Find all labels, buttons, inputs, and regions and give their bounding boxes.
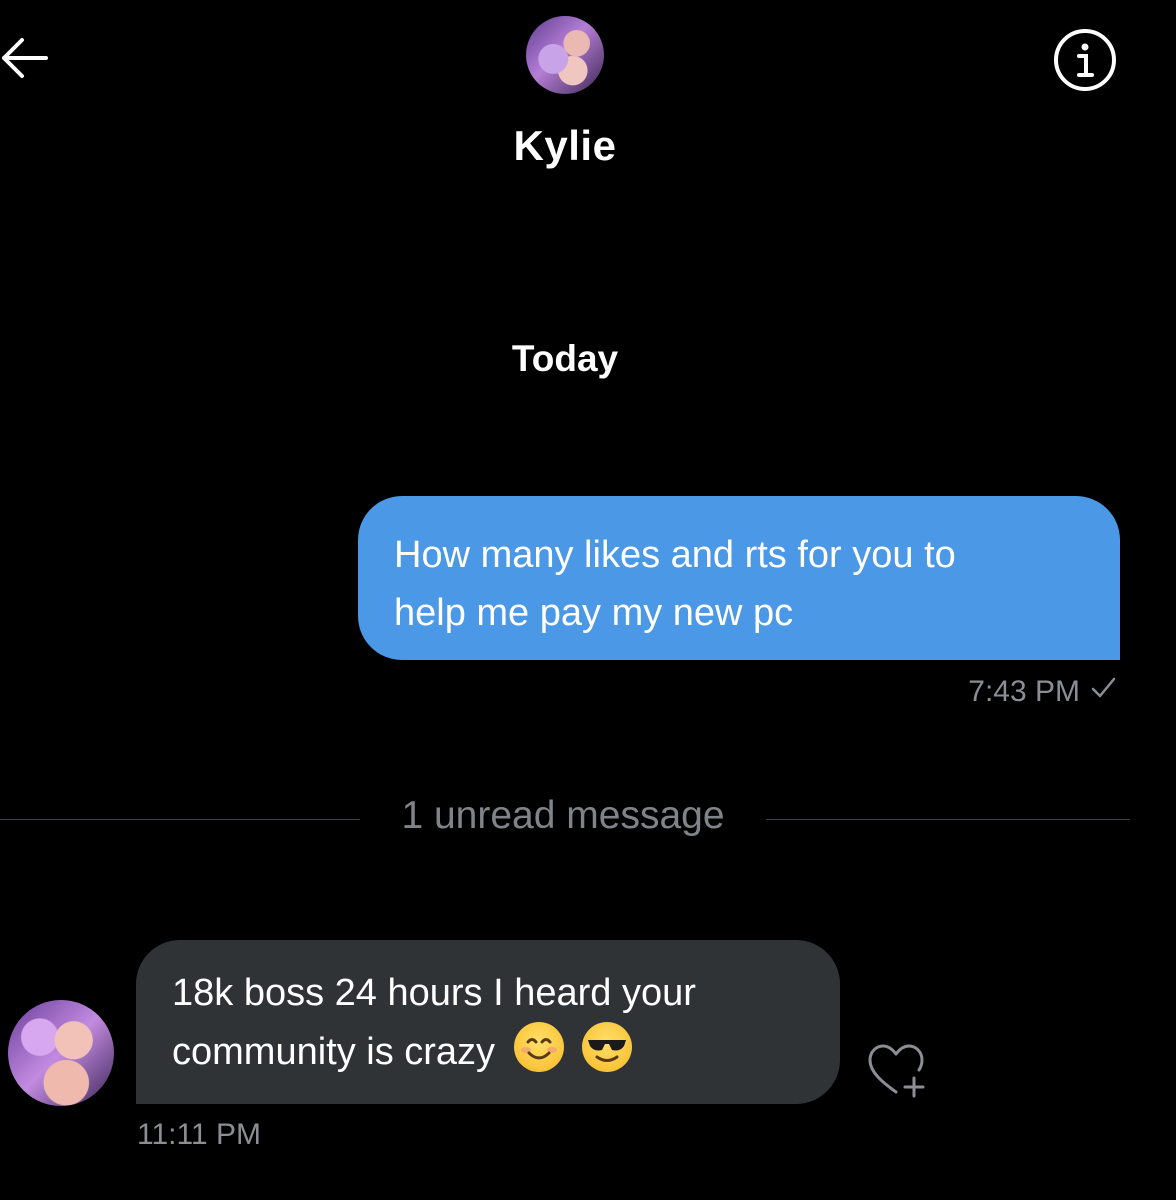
arrow-left-icon (2, 38, 48, 78)
info-button[interactable] (1052, 27, 1118, 93)
message-list[interactable]: Today How many likes and rts for you to … (0, 198, 1176, 1200)
heart-plus-icon (868, 1044, 925, 1098)
sent-message-line-2: help me pay my new pc (394, 592, 794, 634)
info-icon (1054, 29, 1116, 91)
back-button[interactable] (0, 30, 56, 86)
contact-name[interactable]: Kylie (0, 122, 1130, 170)
conversation-header: Kylie (0, 0, 1176, 198)
add-reaction-button[interactable] (862, 1040, 934, 1100)
received-message-line-2-text: community is crazy (172, 1031, 496, 1073)
sent-message-meta: 7:43 PM (968, 675, 1116, 709)
unread-divider: 1 unread message (0, 794, 1130, 844)
divider-line (766, 819, 1130, 820)
received-message-bubble[interactable]: 18k boss 24 hours I heard your community… (136, 940, 840, 1104)
sender-avatar[interactable] (8, 1000, 114, 1106)
check-icon (1090, 675, 1116, 709)
day-separator: Today (511, 338, 619, 379)
received-message-time: 11:11 PM (137, 1118, 261, 1151)
divider-line (0, 819, 360, 820)
received-message-line-2: community is crazy (172, 1022, 804, 1081)
unread-divider-label: 1 unread message (401, 794, 725, 837)
sent-message-time: 7:43 PM (968, 675, 1080, 708)
received-message-line-1: 18k boss 24 hours I heard your (172, 972, 696, 1014)
contact-avatar[interactable] (526, 16, 604, 94)
smiling-face-emoji (513, 1022, 564, 1072)
sent-message-line-1: How many likes and rts for you to (394, 534, 956, 576)
sent-message-bubble[interactable]: How many likes and rts for you to help m… (358, 496, 1120, 660)
sunglasses-face-emoji (582, 1022, 633, 1072)
